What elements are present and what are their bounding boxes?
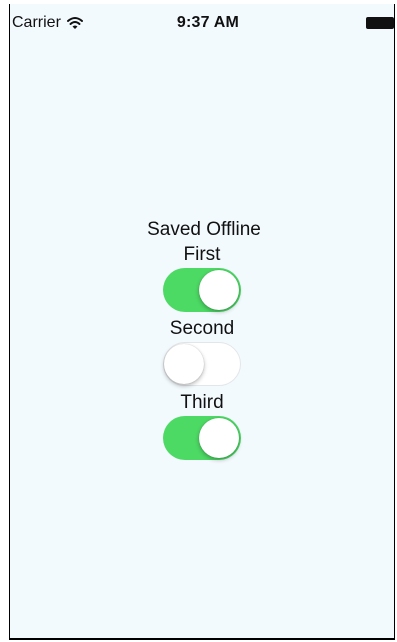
switch-knob xyxy=(164,344,204,384)
toggle-third: Third xyxy=(163,390,241,464)
toggle-third-label: Third xyxy=(180,392,224,413)
toggle-second-switch[interactable] xyxy=(163,342,241,386)
toggle-first-label: First xyxy=(183,244,221,265)
device-screen: Carrier 9:37 AM Saved Offline First Seco… xyxy=(9,4,395,640)
status-time: 9:37 AM xyxy=(10,14,394,32)
toggle-first-switch[interactable] xyxy=(163,268,241,312)
toggle-first: First xyxy=(163,242,241,316)
toggle-third-switch[interactable] xyxy=(163,416,241,460)
toggle-second-label: Second xyxy=(169,318,235,339)
switch-knob xyxy=(199,270,239,310)
page-title: Saved Offline xyxy=(147,219,261,240)
toggle-second: Second xyxy=(163,316,241,390)
battery-icon xyxy=(366,17,394,29)
switch-knob xyxy=(199,418,239,458)
status-time-text: 9:37 AM xyxy=(176,14,240,31)
status-bar: Carrier 9:37 AM xyxy=(10,4,394,44)
settings-panel: Saved Offline First Second Third xyxy=(10,218,394,464)
